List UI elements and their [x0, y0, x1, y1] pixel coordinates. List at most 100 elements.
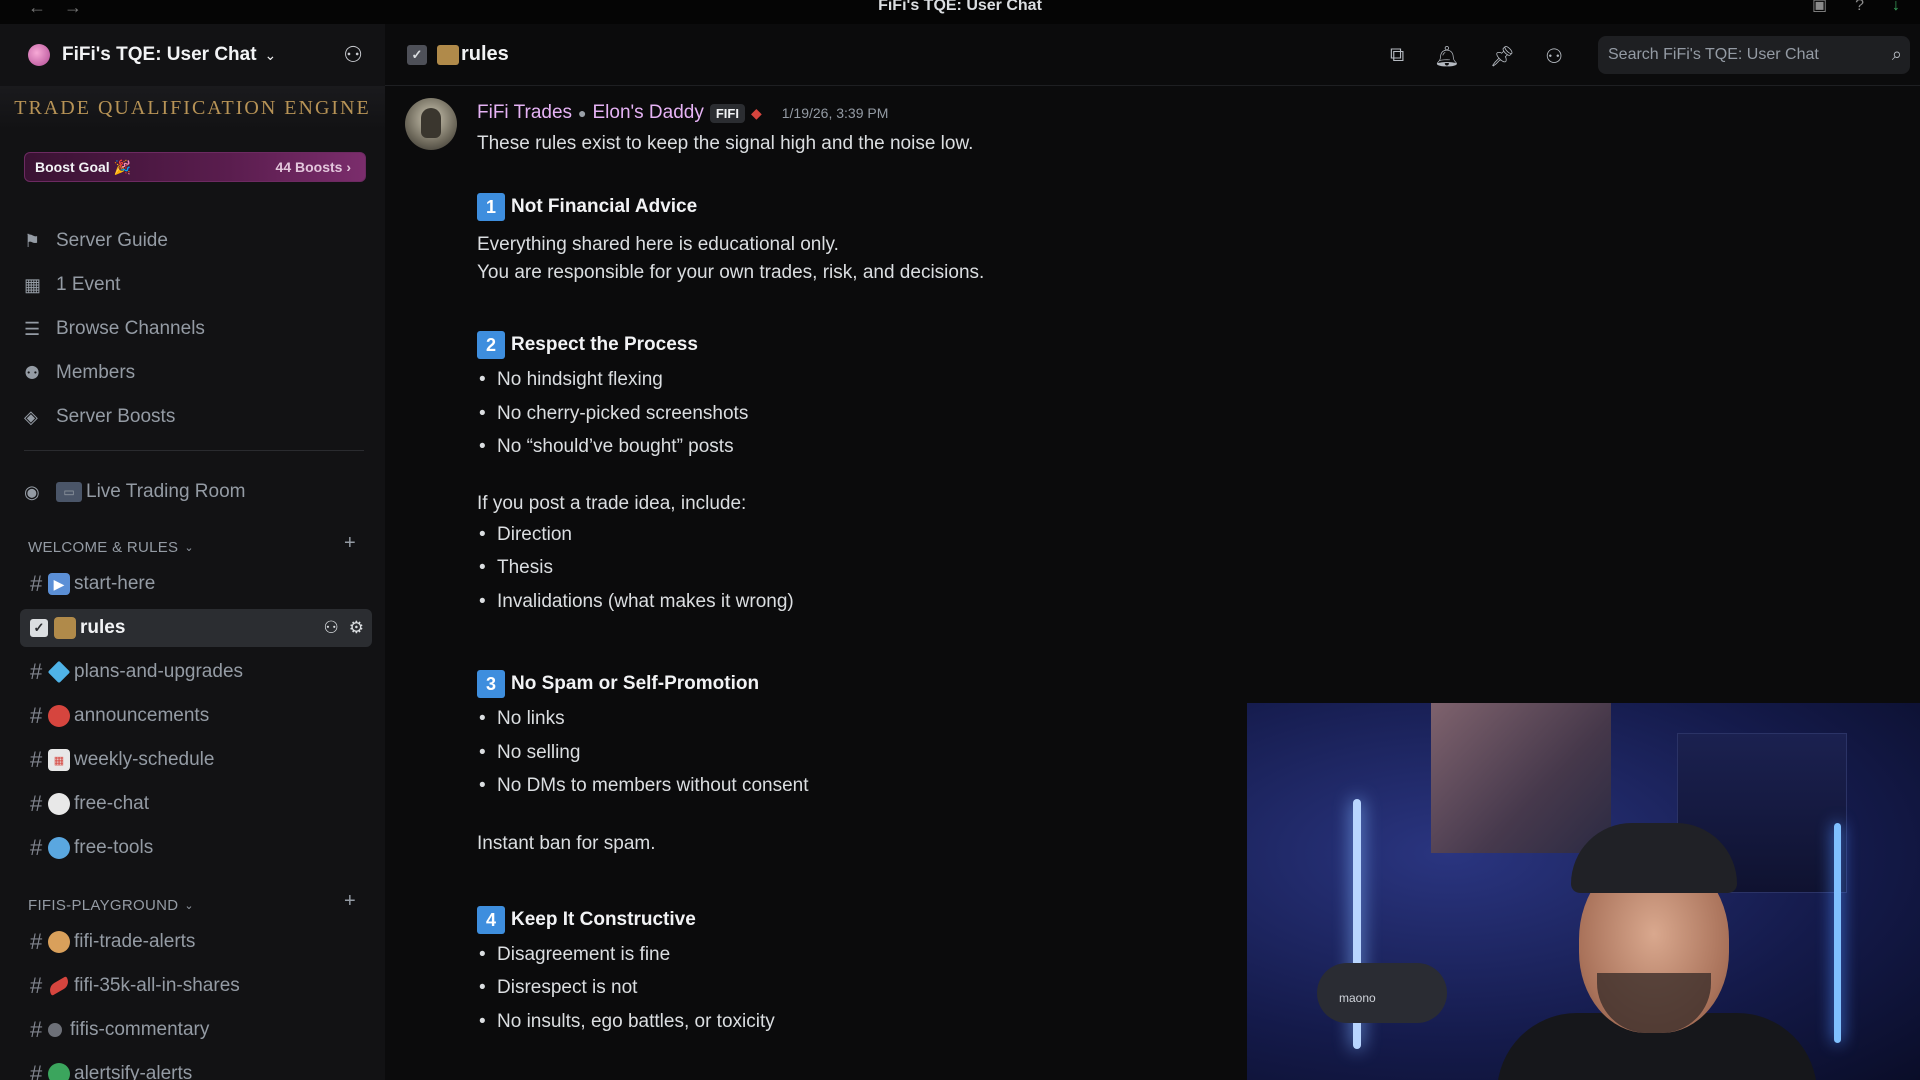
list-item: Direction [477, 518, 1377, 552]
download-icon[interactable]: ↓ [1892, 0, 1900, 14]
pin-icon[interactable]: 📌︎ [1490, 44, 1515, 69]
channel-free-tools[interactable]: # free-tools [20, 829, 372, 867]
sidebar-item-live-trading-room[interactable]: ◉ ▭ Live Trading Room [24, 473, 245, 511]
channel-label: free-tools [74, 837, 154, 858]
number-badge: 4 [477, 905, 505, 934]
channel-fifis-commentary[interactable]: # fifis-commentary [20, 1011, 372, 1049]
sidebar-item-server-boosts[interactable]: ◈ Server Boosts [24, 398, 175, 436]
sidebar-item-members[interactable]: ⚉ Members [24, 354, 135, 392]
search-box[interactable]: ⌕ [1598, 36, 1910, 74]
streamer [1497, 823, 1817, 1080]
hash-icon: # [30, 571, 43, 596]
list-item: Thesis [477, 551, 1377, 585]
rule-title: Respect the Process [511, 334, 698, 355]
add-channel-icon[interactable]: + [344, 890, 356, 913]
gear-icon[interactable]: ⚙ [349, 618, 364, 638]
channel-weekly-schedule[interactable]: # ▦ weekly-schedule [20, 741, 372, 779]
add-channel-icon[interactable]: + [344, 532, 356, 555]
inbox-icon[interactable]: ▣ [1812, 0, 1827, 14]
rule-title: Keep It Constructive [511, 908, 696, 930]
gem-icon [47, 660, 71, 684]
message-body: These rules exist to keep the signal hig… [477, 130, 1377, 1038]
list-item: Disagreement is fine [477, 938, 1377, 972]
play-icon: ▶ [48, 573, 70, 595]
sidebar-item-label: Members [56, 362, 136, 383]
mic-brand: maono [1339, 991, 1376, 1005]
channel-label: weekly-schedule [74, 749, 215, 770]
channel-alertsify-alerts[interactable]: # alertsify-alerts [20, 1055, 372, 1080]
number-badge: 2 [477, 331, 505, 359]
channel-header: ✓ rules ⧉ 🔔︎ 📌︎ ⚇ ⌕ [385, 24, 1920, 86]
threads-icon[interactable]: ⧉ [1390, 44, 1404, 69]
list-item: Invalidations (what makes it wrong) [477, 585, 1377, 619]
light-bar [1834, 823, 1841, 1043]
channel-fifi-trade-alerts[interactable]: # fifi-trade-alerts [20, 923, 372, 961]
sidebar-item-label: Server Boosts [56, 406, 176, 427]
members-icon: ⚉ [24, 362, 41, 383]
category-welcome-rules[interactable]: WELCOME & RULES ⌄ [28, 536, 194, 558]
chevron-down-icon: ⌄ [184, 899, 194, 912]
avatar[interactable] [405, 98, 457, 150]
help-icon[interactable]: ? [1855, 0, 1864, 14]
checkbox-icon: ✓ [30, 619, 48, 637]
author-secondary-name[interactable]: Elon's Daddy [593, 102, 704, 124]
boost-goal-label: Boost Goal 🎉 [35, 158, 131, 175]
boost-count: 44 Boosts › [275, 159, 351, 175]
channel-label: fifi-trade-alerts [74, 931, 196, 952]
hash-icon: # [30, 973, 43, 998]
category-label: FIFIS-PLAYGROUND [28, 896, 179, 914]
invite-icon[interactable]: ⚇ [324, 618, 339, 638]
invite-people-icon[interactable]: ⚇ [343, 42, 363, 68]
channel-announcements[interactable]: # announcements [20, 697, 372, 735]
sidebar-item-server-guide[interactable]: ⚑ Server Guide [24, 222, 168, 260]
cap [1571, 823, 1737, 893]
hash-icon: # [30, 929, 43, 954]
speech-bubble-icon [48, 793, 70, 815]
banner-text: TRADE QUALIFICATION ENGINE [14, 96, 371, 119]
channel-start-here[interactable]: # ▶ start-here [20, 565, 372, 603]
channel-sidebar: FiFi's TQE: User Chat ⌄ ⚇ TRADE QUALIFIC… [0, 24, 385, 1080]
server-icon [28, 44, 50, 66]
boost-goal-bar[interactable]: Boost Goal 🎉 44 Boosts › [24, 152, 366, 182]
browse-icon: ☰ [24, 318, 41, 339]
badge-icon: ◆ [750, 104, 762, 121]
list-item: No cherry-picked screenshots [477, 397, 1377, 431]
channel-plans-and-upgrades[interactable]: # plans-and-upgrades [20, 653, 372, 691]
window-title: FiFi's TQE: User Chat [878, 0, 1042, 14]
sidebar-item-events[interactable]: ▦ 1 Event [24, 266, 120, 304]
members-icon[interactable]: ⚇ [1545, 44, 1563, 69]
rule-title: Not Financial Advice [511, 196, 698, 217]
stage-icon: ◉ [24, 481, 40, 502]
server-header[interactable]: FiFi's TQE: User Chat ⌄ ⚇ [0, 24, 385, 86]
list-item: No “should’ve bought” posts [477, 430, 1377, 464]
hash-icon: # [30, 1017, 43, 1042]
hash-icon: # [30, 1061, 43, 1080]
sidebar-item-browse-channels[interactable]: ☰ Browse Channels [24, 310, 205, 348]
rule-list: No hindsight flexing No cherry-picked sc… [477, 363, 1377, 464]
author-name[interactable]: FiFi Trades [477, 102, 572, 124]
channel-label: fifis-commentary [70, 1019, 210, 1040]
message-header: FiFi Trades ● Elon's Daddy FIFI ◆ 1/19/2… [477, 102, 888, 124]
channel-tools: ⚇ ⚙ [324, 618, 365, 638]
channel-fifi-35k-all-in-shares[interactable]: # fifi-35k-all-in-shares [20, 967, 372, 1005]
commentary-icon [48, 1023, 62, 1037]
search-input[interactable] [1608, 46, 1878, 64]
channel-free-chat[interactable]: # free-chat [20, 785, 372, 823]
green-circle-icon [48, 1063, 70, 1080]
server-name: FiFi's TQE: User Chat [62, 44, 257, 65]
rule-heading: 3 No Spam or Self-Promotion [477, 670, 1377, 698]
divider [24, 450, 364, 451]
channel-rules[interactable]: ✓ rules ⚇ ⚙ [20, 609, 372, 647]
channel-label: free-chat [74, 793, 149, 814]
chili-icon [46, 976, 72, 996]
sidebar-item-label: Browse Channels [56, 318, 205, 339]
bell-icon[interactable]: 🔔︎ [1434, 44, 1459, 69]
chevron-down-icon: ⌄ [264, 46, 277, 63]
list-item: No hindsight flexing [477, 363, 1377, 397]
number-badge: 1 [477, 193, 505, 221]
rule-list: No links No selling No DMs to members wi… [477, 702, 1377, 803]
channel-label: plans-and-upgrades [74, 661, 244, 682]
category-fifis-playground[interactable]: FIFIS-PLAYGROUND ⌄ [28, 894, 194, 916]
webcam-overlay: maono [1247, 703, 1920, 1080]
channel-label: announcements [74, 705, 210, 726]
